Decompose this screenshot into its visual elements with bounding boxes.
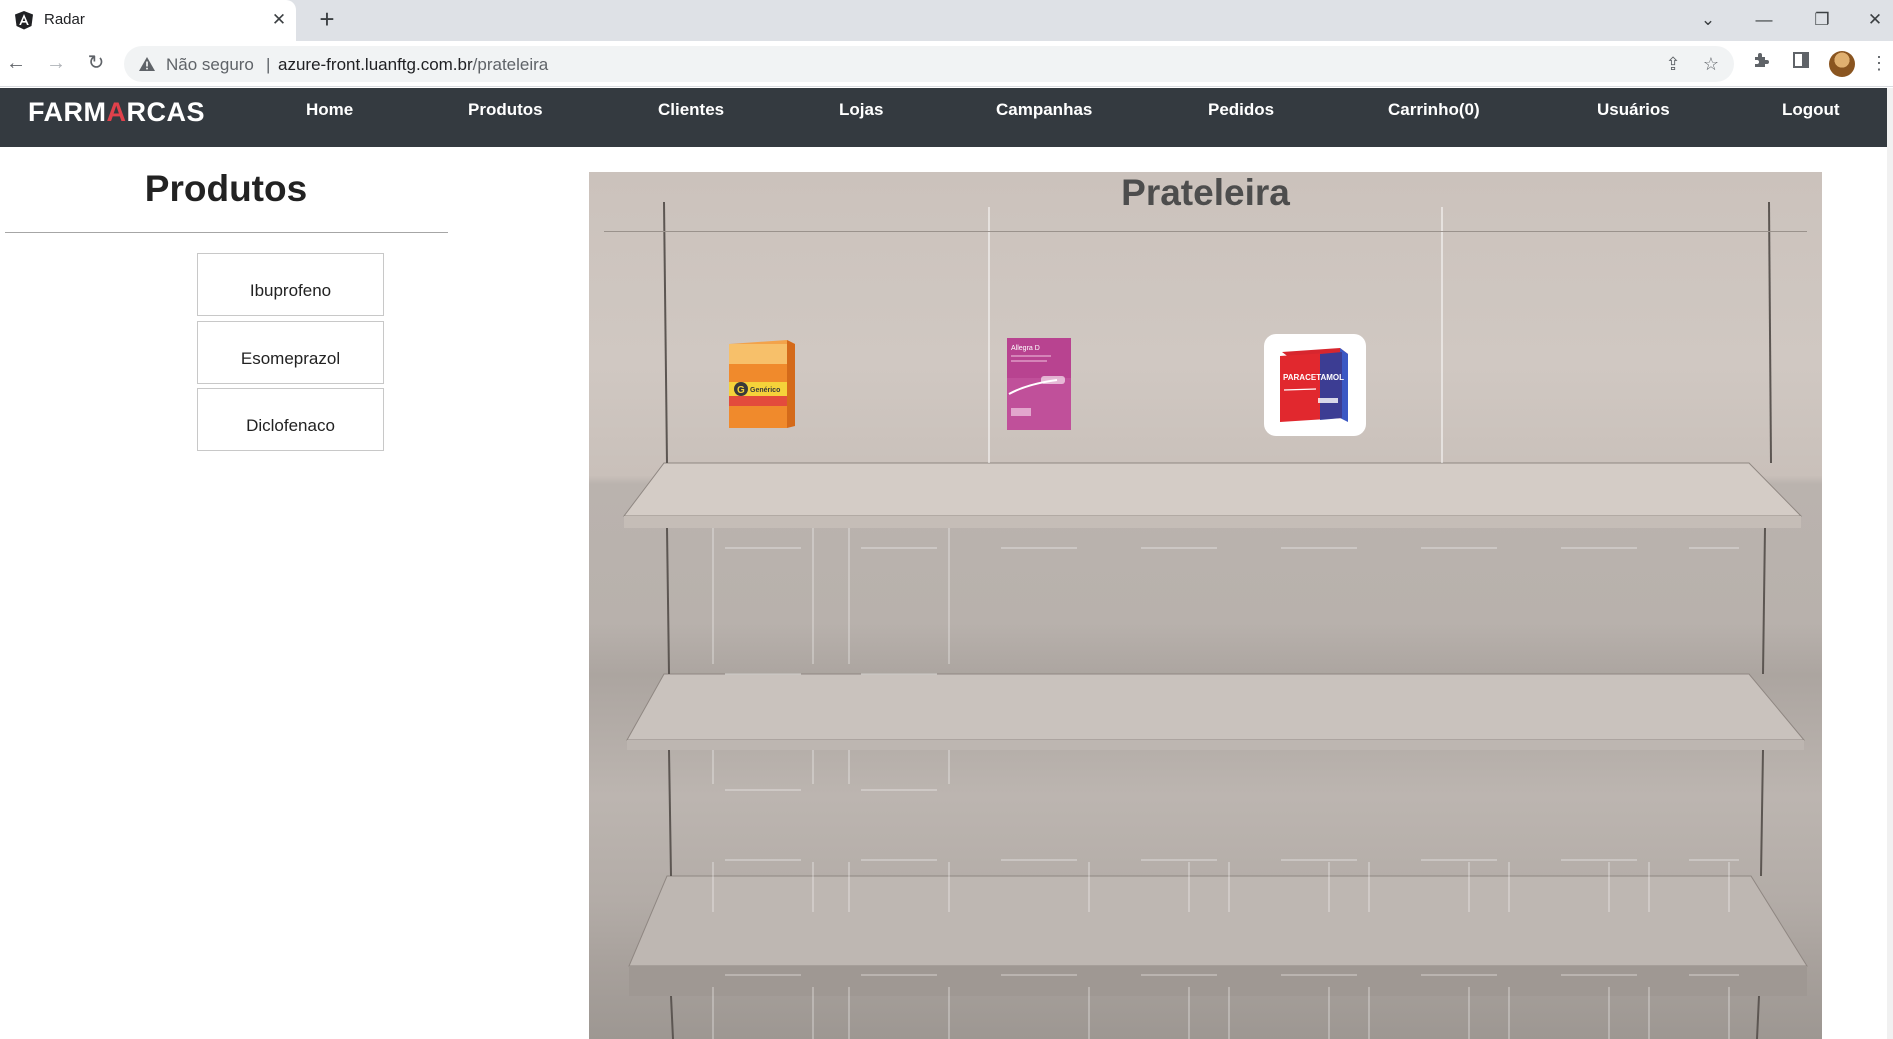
nav-lojas[interactable]: Lojas [839, 100, 883, 120]
side-panel-icon[interactable] [1789, 51, 1813, 75]
minimize-icon[interactable]: — [1746, 6, 1782, 34]
back-arrow-icon[interactable]: ← [2, 49, 30, 77]
product-box-paracetamol[interactable]: PARACETAMOL [1264, 334, 1366, 436]
prateleira-divider [604, 231, 1807, 232]
brand-text-2: RCAS [126, 97, 206, 127]
profile-avatar[interactable] [1829, 51, 1855, 77]
nav-produtos[interactable]: Produtos [468, 100, 543, 120]
produtos-title: Produtos [144, 168, 308, 209]
restore-icon[interactable]: ❐ [1804, 6, 1840, 34]
tab-search-chevron-icon[interactable]: ⌄ [1690, 6, 1726, 34]
browser-tabstrip: Radar ✕ + ⌄ — ❐ ✕ [0, 0, 1893, 41]
product-button-diclofenaco[interactable]: Diclofenaco [197, 388, 384, 451]
shelf-area: Prateleira G Genérico Allegra D PARACETA… [589, 172, 1822, 1039]
product-box-ibuprofeno[interactable]: G Genérico [725, 336, 797, 432]
tab-title: Radar [44, 11, 85, 28]
box-label-3: PARACETAMOL [1283, 373, 1344, 382]
produtos-divider [5, 232, 448, 233]
brand-text-1: FARM [28, 97, 107, 127]
brand-logo[interactable]: FARMARCAS [28, 97, 205, 128]
app-navbar: FARMARCAS Home Produtos Clientes Lojas C… [0, 88, 1887, 147]
share-icon[interactable]: ⇪ [1662, 53, 1684, 75]
reload-icon[interactable]: ↻ [82, 49, 110, 77]
product-button-ibuprofeno[interactable]: Ibuprofeno [197, 253, 384, 316]
product-button-esomeprazol[interactable]: Esomeprazol [197, 321, 384, 384]
address-bar[interactable]: Não seguro | azure-front.luanftg.com.br/… [124, 46, 1734, 82]
page-scrollbar[interactable] [1887, 88, 1893, 1039]
browser-tab[interactable]: Radar ✕ [0, 0, 296, 41]
extensions-puzzle-icon[interactable] [1749, 51, 1773, 75]
product-box-allegra[interactable]: Allegra D [1007, 336, 1071, 432]
bookmark-star-icon[interactable]: ☆ [1700, 53, 1722, 75]
url-text[interactable]: azure-front.luanftg.com.br/prateleira [278, 55, 548, 75]
brand-text-accent: A [106, 97, 127, 127]
box-label-2: Allegra D [1011, 345, 1040, 352]
nav-home[interactable]: Home [306, 100, 353, 120]
nav-pedidos[interactable]: Pedidos [1208, 100, 1274, 120]
nav-clientes[interactable]: Clientes [658, 100, 724, 120]
angular-favicon-icon [15, 11, 33, 30]
address-separator: | [266, 55, 271, 74]
nav-carrinho[interactable]: Carrinho(0) [1388, 100, 1480, 120]
not-secure-label[interactable]: Não seguro [166, 55, 254, 75]
warning-icon [139, 57, 155, 71]
shelf-illustration [622, 201, 1808, 1039]
menu-kebab-icon[interactable]: ⋮ [1867, 51, 1891, 75]
url-host: azure-front.luanftg.com.br [278, 55, 473, 74]
window-close-icon[interactable]: ✕ [1857, 6, 1893, 34]
forward-arrow-icon[interactable]: → [42, 49, 70, 77]
svg-text:G: G [737, 385, 745, 396]
nav-logout[interactable]: Logout [1782, 100, 1840, 120]
url-path: /prateleira [472, 55, 549, 74]
new-tab-plus-icon[interactable]: + [314, 6, 340, 33]
nav-usuarios[interactable]: Usuários [1597, 100, 1670, 120]
box-label-1: Genérico [750, 387, 780, 394]
nav-campanhas[interactable]: Campanhas [996, 100, 1092, 120]
tab-close-icon[interactable]: ✕ [268, 9, 290, 31]
browser-toolbar: ← → ↻ Não seguro | azure-front.luanftg.c… [0, 41, 1893, 87]
prateleira-title: Prateleira [1121, 172, 1290, 213]
